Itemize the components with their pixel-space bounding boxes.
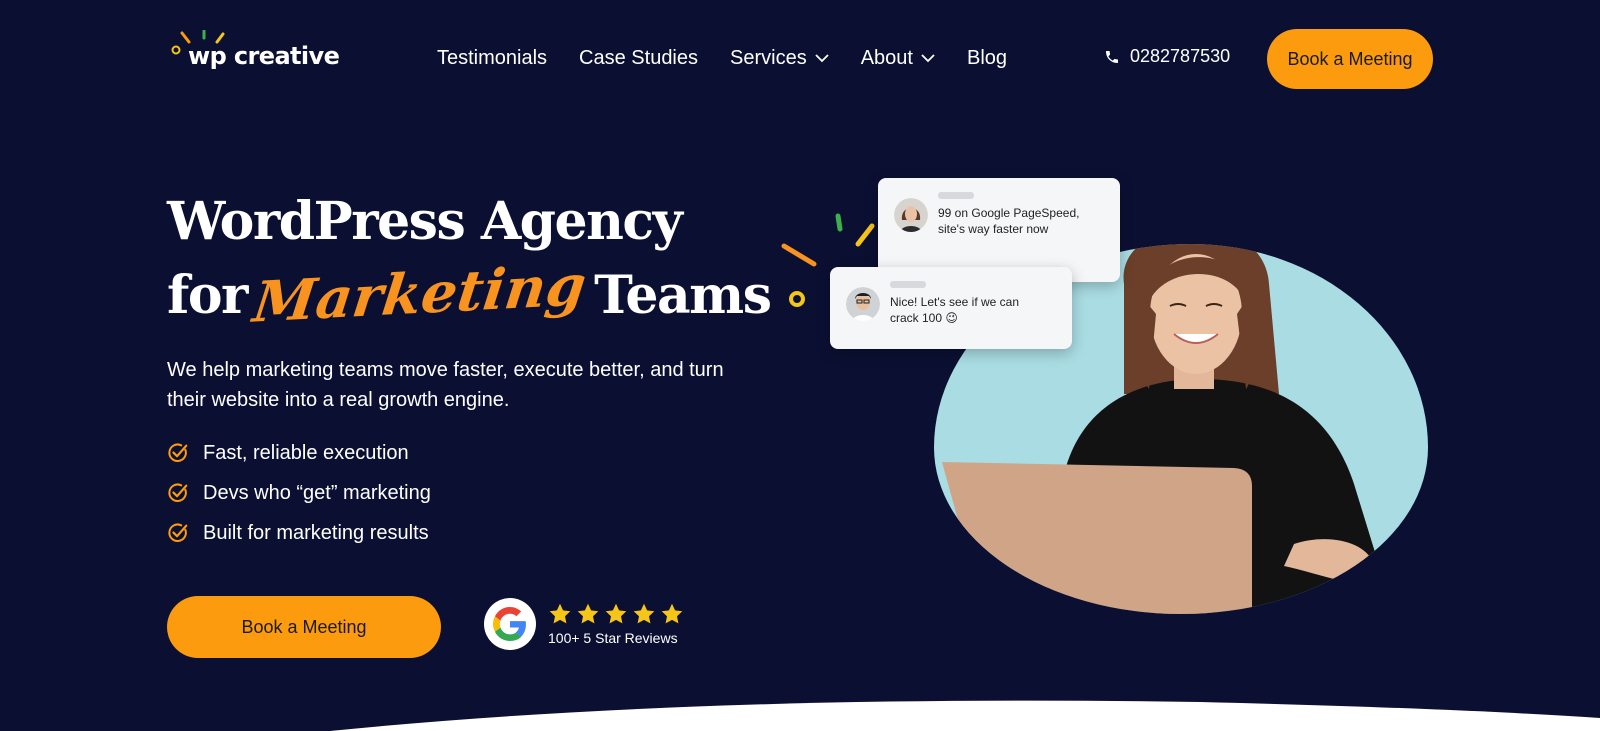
chevron-down-icon [815, 54, 829, 63]
main-nav: Testimonials Case Studies Services About… [437, 44, 1007, 72]
username-placeholder [938, 192, 974, 199]
phone-number: 0282787530 [1130, 46, 1231, 66]
reviews-meta: 100+ 5 Star Reviews [548, 602, 684, 646]
list-item: Fast, reliable execution [167, 433, 431, 473]
hero-title-line1: WordPress Agency [167, 191, 683, 252]
star-icon [633, 603, 655, 624]
logo[interactable]: wp creative [170, 30, 340, 74]
logo-text: wp creative [188, 42, 340, 70]
star-icon [577, 603, 599, 624]
hero-title: WordPress Agency forMarketingTeams [167, 186, 772, 336]
chat-message: Nice! Let's see if we can crack 100 😉 [890, 295, 1020, 325]
nav-item-testimonials[interactable]: Testimonials [437, 47, 547, 70]
nav-label: About [860, 46, 913, 69]
feature-text: Fast, reliable execution [203, 441, 409, 464]
site-header: wp creative Testimonials Case Studies Se… [0, 0, 1600, 116]
nav-item-case-studies[interactable]: Case Studies [579, 47, 698, 70]
nav-item-blog[interactable]: Blog [967, 47, 1007, 70]
google-reviews[interactable]: 100+ 5 Star Reviews [484, 598, 684, 650]
nav-item-about[interactable]: About [861, 47, 935, 70]
phone-link[interactable]: 0282787530 [1104, 46, 1230, 67]
hero-title-for: for [167, 265, 248, 326]
hero-title-script: Marketing [249, 252, 590, 336]
book-meeting-hero-button[interactable]: Book a Meeting [167, 596, 441, 658]
google-logo-icon [484, 598, 536, 650]
reviews-count: 100+ 5 Star Reviews [548, 630, 678, 646]
avatar [846, 287, 880, 321]
nav-label: Blog [966, 46, 1008, 69]
phone-icon [1106, 50, 1118, 63]
avatar [894, 198, 928, 232]
feature-text: Built for marketing results [203, 521, 429, 544]
feature-text: Devs who “get” marketing [203, 481, 431, 504]
chat-bubble-2: Nice! Let's see if we can crack 100 😉 [830, 267, 1072, 349]
book-meeting-header-button[interactable]: Book a Meeting [1267, 29, 1433, 89]
star-icon [661, 603, 683, 624]
hero-title-end: Teams [594, 265, 772, 326]
nav-label: Testimonials [437, 46, 548, 69]
nav-item-services[interactable]: Services [730, 47, 829, 70]
list-item: Built for marketing results [167, 513, 431, 553]
hero-subtitle: We help marketing teams move faster, exe… [167, 359, 724, 411]
star-rating [548, 602, 684, 626]
star-icon [605, 603, 627, 624]
chevron-down-icon [921, 54, 935, 63]
chat-message: 99 on Google PageSpeed, site's way faste… [938, 206, 1080, 236]
nav-label: Services [730, 46, 807, 69]
star-icon [549, 603, 571, 624]
section-divider-curve [330, 700, 1600, 731]
nav-label: Case Studies [579, 46, 699, 69]
feature-list: Fast, reliable execution Devs who “get” … [167, 433, 431, 553]
check-circle-icon [168, 443, 188, 462]
check-circle-icon [168, 523, 188, 542]
list-item: Devs who “get” marketing [167, 473, 431, 513]
username-placeholder [890, 281, 926, 288]
check-circle-icon [168, 483, 188, 502]
